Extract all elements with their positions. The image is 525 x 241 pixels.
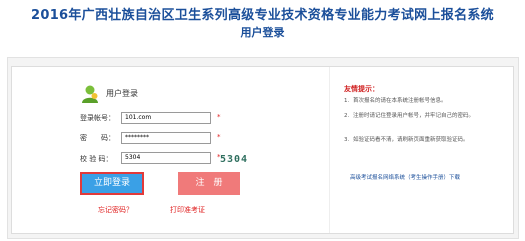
tip-item-1: 1. 首次报名的请在本系统注册帐号信息。 — [344, 97, 494, 105]
password-label: 密 码： — [80, 134, 115, 142]
tip-number: 3. — [344, 137, 350, 143]
register-button[interactable]: 注 册 — [178, 172, 240, 195]
tip-number: 2. — [344, 113, 350, 119]
username-input[interactable] — [121, 112, 211, 124]
page-header: 2016年广西壮族自治区卫生系列高级专业技术资格专业能力考试网上报名系统 用户登… — [0, 0, 525, 56]
tip-text: 首次报名的请在本系统注册帐号信息。 — [353, 98, 447, 104]
tips-title: 友情提示： — [344, 85, 379, 93]
password-input[interactable] — [121, 132, 211, 144]
tip-number: 1. — [344, 98, 350, 104]
tip-item-2: 2. 注册时请记住登录用户帐号，并牢记自己的密码。 — [344, 112, 494, 120]
tip-text: 如验证码看不清，请刷新页面重新获取验证码。 — [353, 137, 469, 143]
username-required-mark: * — [217, 113, 221, 121]
page-title: 2016年广西壮族自治区卫生系列高级专业技术资格专业能力考试网上报名系统 — [31, 8, 494, 23]
captcha-input[interactable] — [121, 152, 211, 164]
captcha-image[interactable]: 5304 — [220, 154, 248, 165]
panel-divider — [329, 67, 330, 233]
login-panel: 用户登录 登录帐号： * 密 码： * 校 验 码： * 5304 立即登录 注… — [11, 66, 514, 234]
login-button[interactable]: 立即登录 — [80, 172, 144, 195]
page-subtitle: 用户登录 — [240, 26, 285, 39]
forgot-password-link[interactable]: 忘记密码？ — [98, 205, 133, 215]
tip-item-3: 3. 如验证码看不清，请刷新页面重新获取验证码。 — [344, 136, 494, 144]
login-title: 用户登录 — [106, 89, 138, 98]
username-label: 登录帐号： — [80, 114, 115, 122]
tip-text: 注册时请记住登录用户帐号，并牢记自己的密码。 — [353, 113, 475, 119]
print-admission-link[interactable]: 打印准考证 — [170, 205, 205, 215]
captcha-label: 校 验 码： — [80, 155, 113, 163]
password-required-mark: * — [217, 133, 221, 141]
manual-download-link[interactable]: 高级考试报名网络系统（考生操作手册）下载 — [350, 173, 460, 181]
user-icon — [82, 85, 98, 103]
